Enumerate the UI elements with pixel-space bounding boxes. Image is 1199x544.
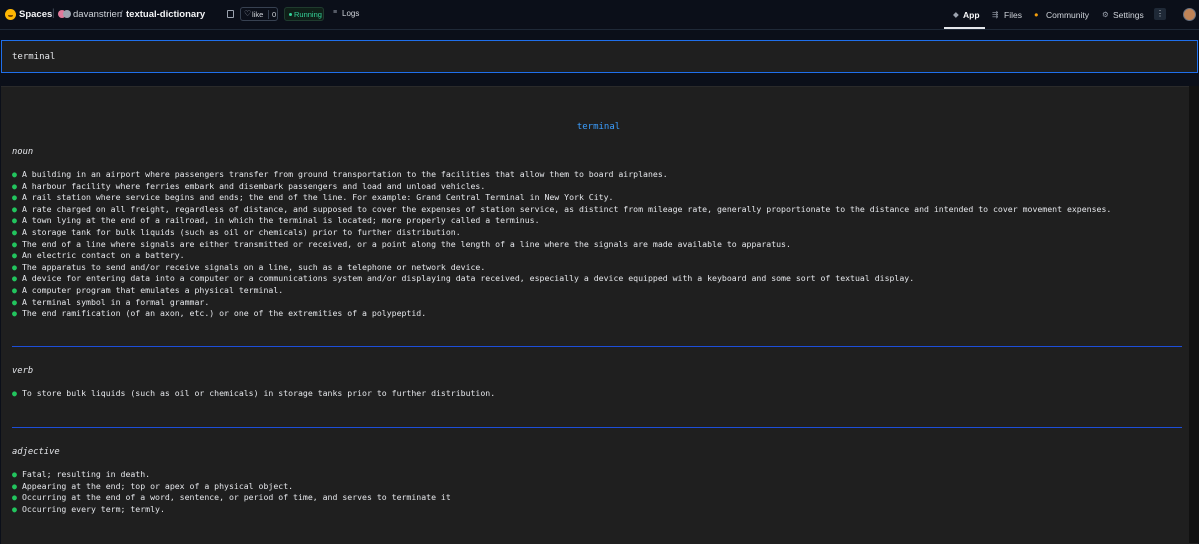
definition-text: A device for entering data into a comput… bbox=[21, 273, 915, 284]
owner-link[interactable]: davanstrien bbox=[73, 9, 122, 20]
bullet-icon: ● bbox=[12, 203, 17, 214]
app-icon: ◆ bbox=[953, 10, 959, 19]
divider: | bbox=[52, 8, 55, 19]
community-icon: ● bbox=[1034, 10, 1039, 19]
bullet-icon: ● bbox=[12, 180, 17, 191]
list-item: ● A rail station where service begins and… bbox=[12, 192, 1111, 204]
list-item: ● Fatal; resulting in death. bbox=[12, 469, 451, 481]
bullet-icon: ● bbox=[12, 192, 17, 203]
list-item: ● To store bulk liquids (such as oil or c… bbox=[12, 388, 495, 400]
definition-text: A rail station where service begins and … bbox=[21, 192, 614, 203]
gear-icon: ⚙ bbox=[1102, 10, 1109, 19]
bullet-icon: ● bbox=[12, 226, 17, 237]
list-item: ● Occurring every term; termly. bbox=[12, 504, 451, 516]
bullet-icon: ● bbox=[12, 284, 17, 295]
list-item: ● A computer program that emulates a phys… bbox=[12, 285, 1111, 297]
definition-text: The end of a line where signals are eith… bbox=[21, 238, 791, 249]
definition-list-verb: ● To store bulk liquids (such as oil or c… bbox=[12, 388, 495, 400]
definition-text: A computer program that emulates a physi… bbox=[21, 284, 284, 295]
definition-text: A building in an airport where passenger… bbox=[21, 169, 668, 179]
files-icon: ⇶ bbox=[992, 10, 999, 19]
search-input[interactable] bbox=[12, 50, 1182, 64]
bullet-icon: ● bbox=[12, 273, 17, 284]
definition-text: A storage tank for bulk liquids (such as… bbox=[21, 226, 461, 237]
owner-avatar-secondary-icon bbox=[63, 10, 71, 18]
section-divider bbox=[12, 346, 1182, 347]
logs-button[interactable]: Logs bbox=[342, 9, 359, 18]
tab-settings[interactable]: Settings bbox=[1113, 10, 1144, 20]
list-item: ● A device for entering data into a compu… bbox=[12, 273, 1111, 285]
like-label: like bbox=[252, 10, 264, 19]
list-item: ● A storage tank for bulk liquids (such a… bbox=[12, 227, 1111, 239]
list-item: ● A town lying at the end of a railroad, … bbox=[12, 215, 1111, 227]
list-item: ● A building in an airport where passenge… bbox=[12, 169, 1111, 181]
definition-list-adjective: ● Fatal; resulting in death. ● Appearing a… bbox=[12, 469, 451, 515]
definition-text: Appearing at the end; top or apex of a p… bbox=[21, 480, 294, 491]
definition-text: The end ramification (of an axon, etc.) … bbox=[21, 308, 427, 319]
tab-files[interactable]: Files bbox=[1004, 10, 1022, 20]
like-count: 0 bbox=[268, 10, 276, 19]
like-button[interactable]: ♡ like 0 bbox=[240, 7, 278, 21]
definition-text: A harbour facility where ferries embark … bbox=[21, 180, 486, 191]
bullet-icon: ● bbox=[12, 296, 17, 307]
spaces-link[interactable]: Spaces bbox=[19, 9, 52, 20]
bullet-icon: ● bbox=[12, 503, 17, 514]
definition-text: An electric contact on a battery. bbox=[21, 250, 185, 261]
bullet-icon: ● bbox=[12, 469, 17, 479]
bullet-icon: ● bbox=[12, 308, 17, 319]
status-badge[interactable]: Running bbox=[284, 7, 324, 21]
bullet-icon: ● bbox=[12, 261, 17, 272]
list-item: ● The end ramification (of an axon, etc.)… bbox=[12, 308, 1111, 320]
huggingface-logo-icon[interactable] bbox=[5, 9, 16, 20]
bullet-icon: ● bbox=[12, 238, 17, 249]
repo-name-link[interactable]: textual-dictionary bbox=[126, 9, 205, 20]
list-item: ● Appearing at the end; top or apex of a … bbox=[12, 481, 451, 493]
list-item: ● The apparatus to send and/or receive si… bbox=[12, 262, 1111, 274]
heart-icon: ♡ bbox=[244, 9, 252, 18]
active-tab-indicator bbox=[944, 27, 985, 29]
definition-text: To store bulk liquids (such as oil or ch… bbox=[21, 388, 496, 398]
definition-text: A terminal symbol in a formal grammar. bbox=[21, 296, 210, 307]
tab-app[interactable]: App bbox=[963, 10, 980, 20]
word-title: terminal bbox=[576, 122, 621, 132]
path-separator: / bbox=[120, 9, 123, 20]
definition-text: Occurring every term; termly. bbox=[21, 503, 165, 514]
definition-output: terminal noun ● A building in an airport … bbox=[1, 86, 1198, 544]
list-item: ● A harbour facility where ferries embark… bbox=[12, 181, 1111, 193]
bullet-icon: ● bbox=[12, 250, 17, 261]
definition-text: Occurring at the end of a word, sentence… bbox=[21, 492, 451, 503]
definition-text: A rate charged on all freight, regardles… bbox=[21, 203, 1112, 214]
bullet-icon: ● bbox=[12, 169, 17, 179]
bullet-icon: ● bbox=[12, 388, 17, 398]
status-label: Running bbox=[294, 10, 322, 19]
user-avatar[interactable] bbox=[1183, 8, 1196, 21]
pos-heading-noun: noun bbox=[12, 147, 34, 157]
list-item: ● The end of a line where signals are eit… bbox=[12, 239, 1111, 251]
list-item: ● A rate charged on all freight, regardle… bbox=[12, 204, 1111, 216]
list-item: ● Occurring at the end of a word, sentenc… bbox=[12, 492, 451, 504]
pos-heading-verb: verb bbox=[12, 366, 34, 376]
bullet-icon: ● bbox=[12, 215, 17, 226]
bullet-icon: ● bbox=[12, 492, 17, 503]
definition-text: A town lying at the end of a railroad, i… bbox=[21, 215, 540, 226]
more-options-button[interactable]: ⋮ bbox=[1154, 8, 1166, 20]
running-dot-icon bbox=[289, 13, 292, 16]
definition-text: The apparatus to send and/or receive sig… bbox=[21, 261, 486, 272]
copy-icon[interactable] bbox=[227, 10, 234, 18]
tab-community[interactable]: Community bbox=[1046, 10, 1089, 20]
list-item: ● A terminal symbol in a formal grammar. bbox=[12, 297, 1111, 309]
section-divider bbox=[12, 427, 1182, 428]
scrollbar[interactable] bbox=[1189, 86, 1199, 543]
definition-text: Fatal; resulting in death. bbox=[21, 469, 151, 479]
pos-heading-adjective: adjective bbox=[12, 447, 60, 457]
bullet-icon: ● bbox=[12, 480, 17, 491]
logs-icon: ≡ bbox=[333, 9, 338, 16]
list-item: ● An electric contact on a battery. bbox=[12, 250, 1111, 262]
top-navigation-bar: Spaces | davanstrien / textual-dictionar… bbox=[0, 0, 1199, 30]
definition-list-noun: ● A building in an airport where passenge… bbox=[12, 169, 1111, 320]
search-box bbox=[1, 40, 1198, 73]
